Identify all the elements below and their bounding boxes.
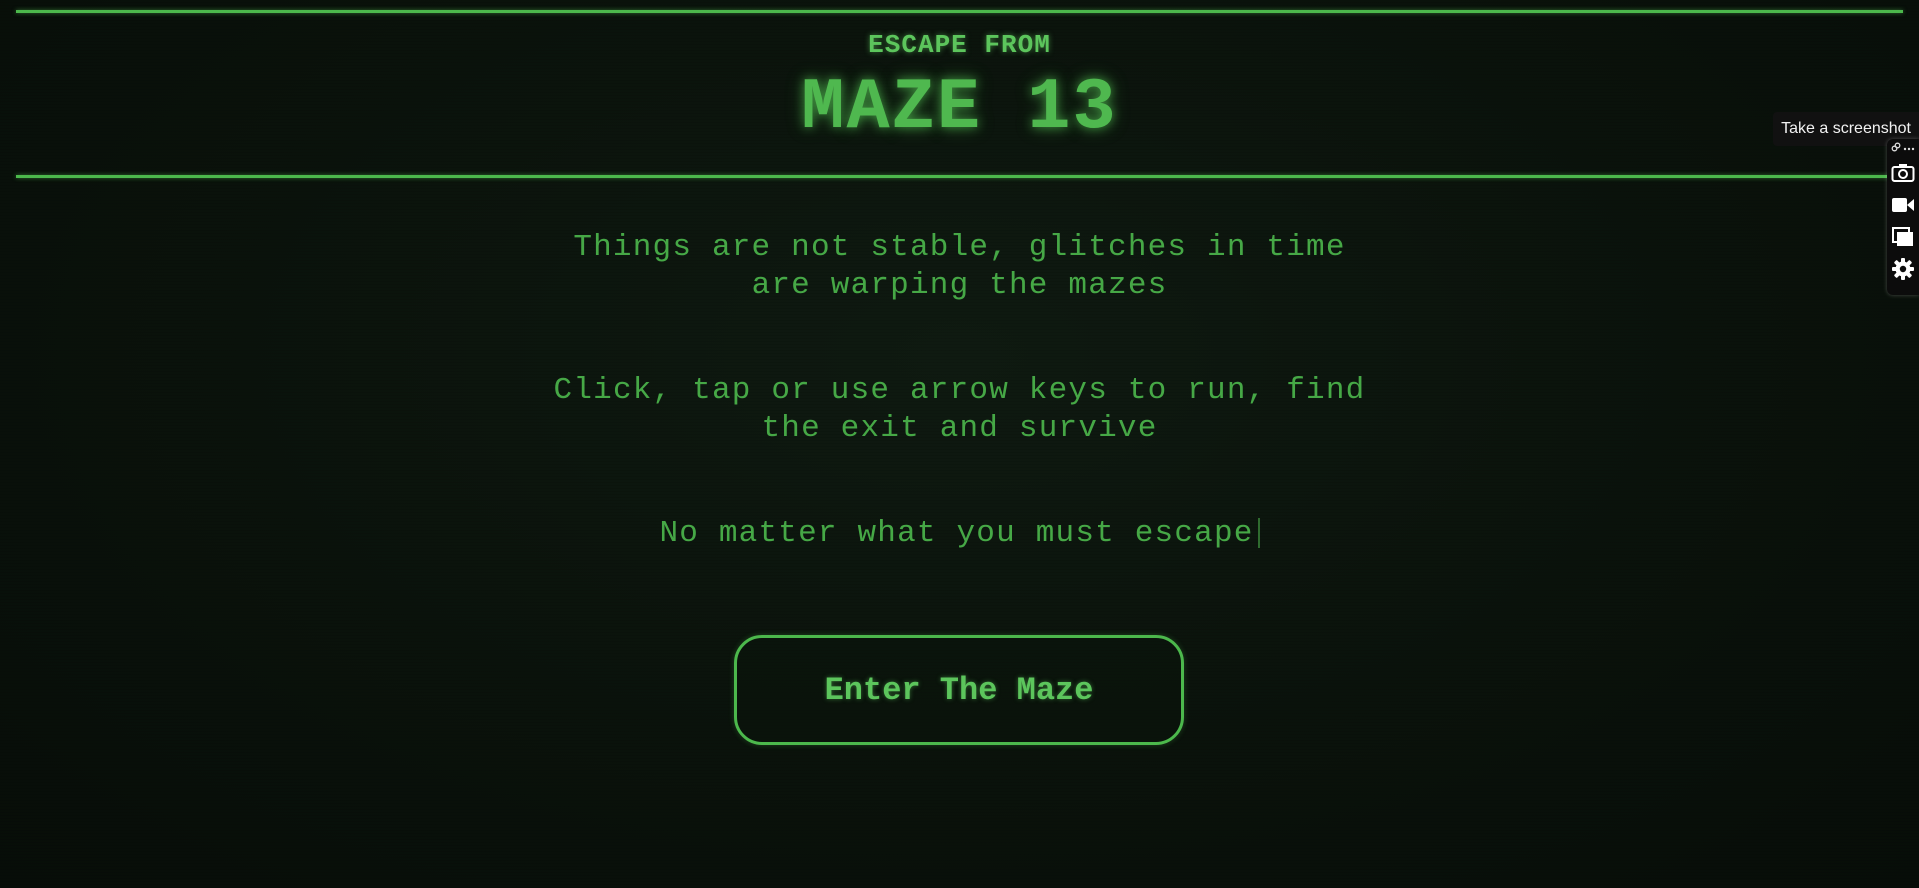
intro-line: are warping the mazes	[751, 268, 1168, 303]
enter-maze-button[interactable]: Enter The Maze	[734, 635, 1184, 745]
camera-icon	[1891, 163, 1915, 183]
capture-screenshot-button[interactable]	[1887, 157, 1919, 189]
screenshot-toolbar	[1887, 139, 1919, 295]
toolbar-header	[1887, 139, 1919, 157]
windows-icon	[1892, 227, 1914, 247]
more-icon[interactable]	[1903, 139, 1915, 157]
intro-line: Click, tap or use arrow keys to run, fin…	[553, 373, 1366, 408]
page-subtitle: ESCAPE FROM	[868, 30, 1051, 60]
header-divider	[16, 175, 1903, 178]
text-cursor	[1257, 517, 1260, 548]
intro-line: No matter what you must escape	[659, 516, 1254, 551]
gear-icon	[1891, 257, 1915, 281]
top-divider	[16, 10, 1903, 13]
intro-line: Things are not stable, glitches in time	[573, 230, 1346, 265]
video-icon	[1891, 196, 1915, 214]
settings-button[interactable]	[1887, 253, 1919, 285]
page-header: ESCAPE FROM MAZE 13	[0, 28, 1919, 150]
windows-button[interactable]	[1887, 221, 1919, 253]
link-icon[interactable]	[1891, 139, 1901, 157]
page-title: MAZE 13	[801, 67, 1118, 149]
intro-paragraph-2: Click, tap or use arrow keys to run, fin…	[0, 372, 1919, 448]
intro-line: the exit and survive	[761, 411, 1158, 446]
record-video-button[interactable]	[1887, 189, 1919, 221]
intro-paragraph-3: No matter what you must escape	[0, 515, 1919, 553]
intro-paragraph-1: Things are not stable, glitches in time …	[0, 229, 1919, 305]
